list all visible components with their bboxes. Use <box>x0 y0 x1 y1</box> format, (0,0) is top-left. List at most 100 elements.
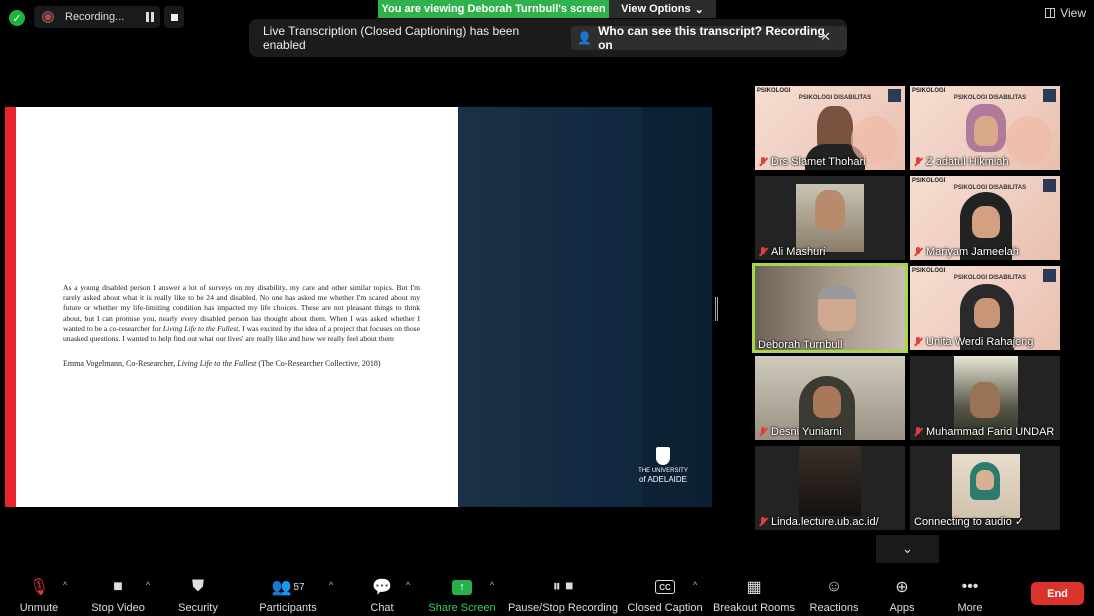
toast-message: Live Transcription (Closed Captioning) h… <box>263 24 520 52</box>
view-button[interactable]: View <box>1045 6 1086 20</box>
active-speaker-tile[interactable]: Deborah Turnbull <box>752 263 908 353</box>
tile-banner-brand: PSIKOLOGI <box>912 268 946 274</box>
participant-name: Z adatul Hikmiah <box>926 156 1009 168</box>
reactions-label: Reactions <box>809 602 859 614</box>
muted-mic-icon: 🎙 <box>28 579 50 596</box>
muted-mic-icon <box>758 157 768 167</box>
recording-indicator[interactable]: Recording... <box>34 6 160 28</box>
closed-caption-icon: CC <box>655 576 675 598</box>
viewing-banner: You are viewing Deborah Turnbull's scree… <box>378 0 609 18</box>
participant-name: Connecting to audio ✓ <box>914 516 1025 528</box>
participants-label: Participants <box>259 602 317 614</box>
gallery-expand-button[interactable]: ⌄ <box>876 535 939 563</box>
tile-banner-title: PSIKOLOGI DISABILITAS <box>953 95 1027 101</box>
muted-mic-icon <box>913 337 923 347</box>
view-options-button[interactable]: View Options ⌄ <box>609 0 716 18</box>
shield-icon: ⛊ <box>191 578 204 595</box>
apps-label: Apps <box>889 602 915 614</box>
pause-recording-icon[interactable] <box>146 12 154 22</box>
close-icon[interactable]: ✕ <box>820 29 831 45</box>
slide-quote: As a young disabled person I answer a lo… <box>63 283 420 344</box>
share-screen-label: Share Screen <box>428 602 496 614</box>
share-screen-icon: ↑ <box>452 576 472 598</box>
participants-count: 57 <box>293 581 305 593</box>
participant-tile[interactable]: Muhammad Farid UNDAR <box>910 356 1060 440</box>
muted-mic-icon <box>758 517 768 527</box>
participant-tile[interactable]: Connecting to audio ✓ <box>910 446 1060 530</box>
view-label: View <box>1060 6 1086 20</box>
shared-screen: As a young disabled person I answer a lo… <box>5 86 712 528</box>
slide-accent-bar <box>5 107 16 507</box>
tile-banner-brand: PSIKOLOGI <box>912 88 946 94</box>
video-camera-icon: ■ <box>113 578 123 595</box>
participant-tile[interactable]: PSIKOLOGI PSIKOLOGI DISABILITAS Z adatul … <box>910 86 1060 170</box>
participant-tile[interactable]: Ali Mashuri <box>755 176 905 260</box>
participant-name: Muhammad Farid UNDAR <box>926 426 1055 438</box>
breakout-rooms-button[interactable]: ▦ Breakout Rooms <box>713 570 795 616</box>
stop-video-label: Stop Video <box>91 602 145 614</box>
university-logo: THE UNIVERSITY of ADELAIDE <box>637 447 689 484</box>
tile-banner-title: PSIKOLOGI DISABILITAS <box>953 275 1027 281</box>
muted-mic-icon <box>913 247 923 257</box>
caption-options-chevron-icon[interactable]: ^ <box>693 580 697 590</box>
share-screen-button[interactable]: ↑ Share Screen <box>428 570 496 616</box>
chevron-down-icon: ⌄ <box>902 541 913 556</box>
institution-logo-icon <box>1043 179 1056 192</box>
security-shield-icon[interactable]: ✓ <box>9 10 25 26</box>
stop-recording-button[interactable] <box>164 6 184 28</box>
slide-quote-attribution: Emma Vogelmann, Co-Researcher, Living Li… <box>63 359 381 368</box>
tile-banner-brand: PSIKOLOGI <box>757 88 791 94</box>
chat-options-chevron-icon[interactable]: ^ <box>406 580 410 590</box>
muted-mic-icon <box>913 157 923 167</box>
participant-tile[interactable]: PSIKOLOGI PSIKOLOGI DISABILITAS Mariyam J… <box>910 176 1060 260</box>
university-crest-icon <box>656 447 670 465</box>
stop-video-button[interactable]: ■ Stop Video <box>88 570 148 616</box>
participant-tile[interactable]: Linda.lecture.ub.ac.id/ <box>755 446 905 530</box>
presentation-slide: As a young disabled person I answer a lo… <box>5 107 712 507</box>
pause-stop-recording-label: Pause/Stop Recording <box>507 602 619 614</box>
participants-options-chevron-icon[interactable]: ^ <box>329 580 333 590</box>
pause-stop-icon: ⏸ ⏹ <box>552 578 574 595</box>
pause-stop-recording-button[interactable]: ⏸ ⏹ Pause/Stop Recording <box>507 570 619 616</box>
tile-banner-brand: PSIKOLOGI <box>912 178 946 184</box>
participants-icon: 👥 57 <box>271 579 305 596</box>
participant-tile[interactable]: PSIKOLOGI PSIKOLOGI DISABILITAS Unita Wer… <box>910 266 1060 350</box>
apps-button[interactable]: ⊕ Apps <box>886 570 918 616</box>
recording-label: Recording... <box>65 11 125 23</box>
participant-tile[interactable]: PSIKOLOGI PSIKOLOGI DISABILITAS Drs Slame… <box>755 86 905 170</box>
end-meeting-button[interactable]: End <box>1031 582 1084 605</box>
video-options-chevron-icon[interactable]: ^ <box>146 580 150 590</box>
who-can-see-button[interactable]: 👤 Who can see this transcript? Recording … <box>571 24 847 52</box>
splitter-handle[interactable] <box>715 297 718 321</box>
chat-button[interactable]: 💬 Chat <box>364 570 400 616</box>
participant-name: Desni Yuniarni <box>771 426 842 438</box>
who-can-see-label: Who can see this transcript? Recording o… <box>598 24 825 52</box>
more-label: More <box>957 602 983 614</box>
share-options-chevron-icon[interactable]: ^ <box>490 580 494 590</box>
participant-name: Ali Mashuri <box>771 246 826 258</box>
transcription-toast: Live Transcription (Closed Captioning) h… <box>249 19 847 57</box>
apps-icon: ⊕ <box>895 579 909 596</box>
muted-mic-icon <box>758 427 768 437</box>
audio-options-chevron-icon[interactable]: ^ <box>63 580 67 590</box>
grid-view-icon <box>1045 8 1056 18</box>
participant-tile[interactable]: Desni Yuniarni <box>755 356 905 440</box>
tile-banner-title: PSIKOLOGI DISABILITAS <box>798 95 872 101</box>
chat-label: Chat <box>370 602 394 614</box>
stop-icon <box>170 13 178 21</box>
participants-button[interactable]: 👥 57 Participants <box>256 570 320 616</box>
reactions-button[interactable]: ☺ Reactions <box>808 570 860 616</box>
meeting-toolbar: 🎙 Unmute ^ ■ Stop Video ^ ⛊ Security 👥 57… <box>0 570 1094 616</box>
chevron-down-icon: ⌄ <box>694 3 704 16</box>
chat-bubble-icon: 💬 <box>372 579 392 596</box>
unmute-label: Unmute <box>19 602 59 614</box>
more-dots-icon: ••• <box>961 578 979 595</box>
closed-caption-button[interactable]: CC Closed Caption <box>627 570 703 616</box>
breakout-rooms-icon: ▦ <box>746 579 762 596</box>
unmute-button[interactable]: 🎙 Unmute <box>18 570 60 616</box>
more-button[interactable]: ••• More <box>954 570 986 616</box>
security-button[interactable]: ⛊ Security <box>176 570 220 616</box>
institution-logo-icon <box>888 89 901 102</box>
closed-caption-label: Closed Caption <box>627 602 703 614</box>
recording-dot-icon <box>42 11 54 23</box>
